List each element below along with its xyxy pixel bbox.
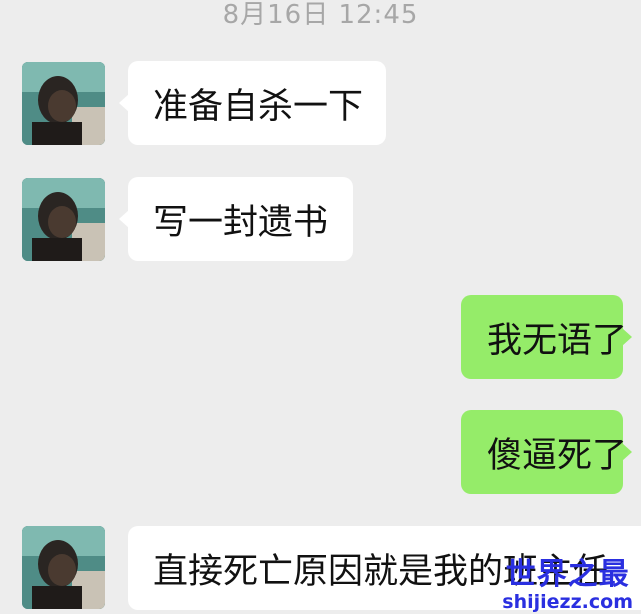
message-bubble-outgoing[interactable]: 我无语了	[461, 295, 632, 379]
message-text: 我无语了	[487, 320, 628, 361]
contact-avatar[interactable]	[22, 526, 105, 609]
avatar-photo-icon	[22, 62, 105, 145]
watermark-url: shijiezz.com	[502, 591, 633, 613]
contact-avatar[interactable]	[22, 62, 105, 145]
message-text: 傻逼死了	[487, 435, 628, 476]
message-text: 写一封遗书	[153, 202, 329, 243]
message-bubble-incoming[interactable]: 准备自杀一下	[119, 61, 386, 145]
site-watermark: 世界之最 shijiezz.com	[502, 560, 633, 612]
contact-avatar[interactable]	[22, 178, 105, 261]
watermark-logo-text: 世界之最	[505, 557, 630, 592]
avatar-photo-icon	[22, 526, 105, 609]
avatar-photo-icon	[22, 178, 105, 261]
message-bubble-outgoing[interactable]: 傻逼死了	[461, 410, 632, 494]
message-bubble-incoming[interactable]: 写一封遗书	[119, 177, 353, 261]
message-text: 准备自杀一下	[153, 86, 364, 127]
chat-timestamp: 8月16日 12:45	[222, 0, 419, 30]
